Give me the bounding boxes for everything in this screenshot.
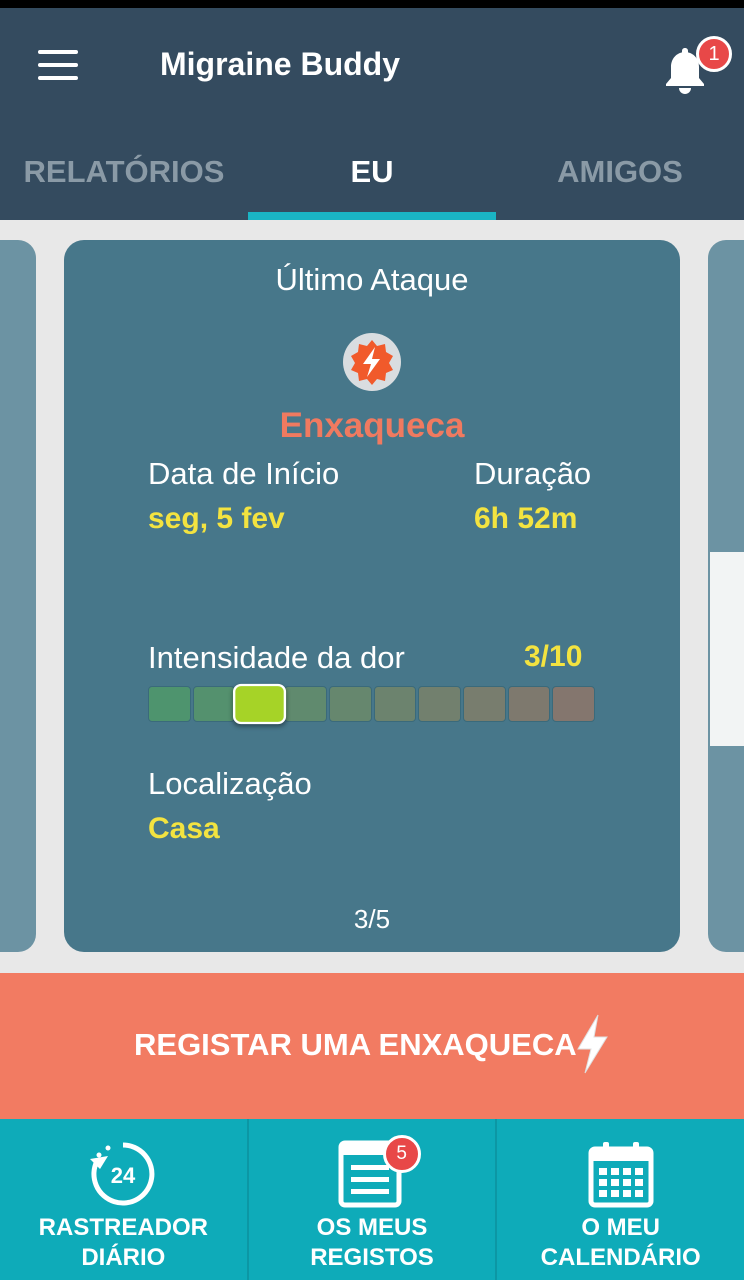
pain-level-segment xyxy=(552,686,596,722)
hamburger-menu-icon xyxy=(38,50,78,54)
lightning-bolt-icon xyxy=(577,1014,608,1074)
records-badge: 5 xyxy=(382,1135,421,1173)
calendar-icon xyxy=(588,1142,654,1208)
pain-level-segment xyxy=(462,686,506,722)
start-date-label: Data de Início xyxy=(148,456,340,491)
pain-level-segment xyxy=(148,686,191,722)
location-value: Casa xyxy=(148,812,220,845)
pain-level-segment xyxy=(507,686,551,722)
duration-value: 6h 52m xyxy=(474,502,578,535)
record-migraine-button[interactable]: REGISTAR UMA ENXAQUECA xyxy=(0,973,744,1119)
pain-intensity-scale xyxy=(148,683,596,725)
daily-tracker-24-icon: 24 xyxy=(90,1142,155,1206)
notification-badge: 1 xyxy=(696,36,732,72)
migraine-bolt-icon xyxy=(343,333,401,391)
pain-level-segment xyxy=(284,686,327,722)
start-date-value: seg, 5 fev xyxy=(148,502,285,535)
pain-intensity-label: Intensidade da dor xyxy=(148,640,405,675)
tab-me[interactable]: EU xyxy=(248,140,496,220)
hamburger-menu-icon-line xyxy=(38,76,78,80)
hamburger-menu-icon-line xyxy=(38,63,78,67)
attack-type: Enxaqueca xyxy=(279,406,465,445)
pain-intensity-value: 3/10 xyxy=(524,640,583,673)
menu-button[interactable] xyxy=(34,50,82,86)
pain-level-segment xyxy=(328,686,372,722)
status-bar xyxy=(0,0,744,8)
nav-my-calendar[interactable]: O MEU CALENDÁRIO xyxy=(497,1119,744,1280)
tab-reports[interactable]: RELATÓRIOS xyxy=(0,140,248,220)
previous-card-peek[interactable] xyxy=(0,240,36,952)
nav-my-records[interactable]: 5 OS MEUS REGISTOS xyxy=(249,1119,498,1280)
nav-my-calendar-label: O MEU CALENDÁRIO xyxy=(540,1214,701,1271)
last-attack-card[interactable]: Último Ataque Enxaqueca Data de Início s… xyxy=(64,240,680,952)
tab-friends[interactable]: AMIGOS xyxy=(496,140,744,220)
svg-text:24: 24 xyxy=(111,1163,136,1188)
pain-level-segment xyxy=(192,686,236,722)
tab-bar: RELATÓRIOS EU AMIGOS xyxy=(0,140,744,220)
next-card-content xyxy=(710,552,744,746)
card-title: Último Ataque xyxy=(275,262,469,297)
nav-daily-tracker[interactable]: 24 RASTREADOR DIÁRIO xyxy=(0,1119,249,1280)
location-label: Localização xyxy=(148,766,312,801)
duration-label: Duração xyxy=(474,456,592,491)
nav-my-records-label: OS MEUS REGISTOS xyxy=(310,1214,434,1271)
app-title: Migraine Buddy xyxy=(160,46,401,82)
record-migraine-label: REGISTAR UMA ENXAQUECA xyxy=(134,1027,577,1062)
card-pager: 3/5 xyxy=(353,904,391,934)
bottom-navigation: 24 RASTREADOR DIÁRIO 5 OS MEUS REGISTOS … xyxy=(0,1119,744,1280)
notifications-button[interactable]: 1 xyxy=(662,36,732,100)
pain-level-segment xyxy=(373,686,417,722)
nav-daily-tracker-label: RASTREADOR DIÁRIO xyxy=(38,1214,208,1271)
pain-level-segment xyxy=(418,686,461,722)
pain-level-selected xyxy=(233,683,287,725)
